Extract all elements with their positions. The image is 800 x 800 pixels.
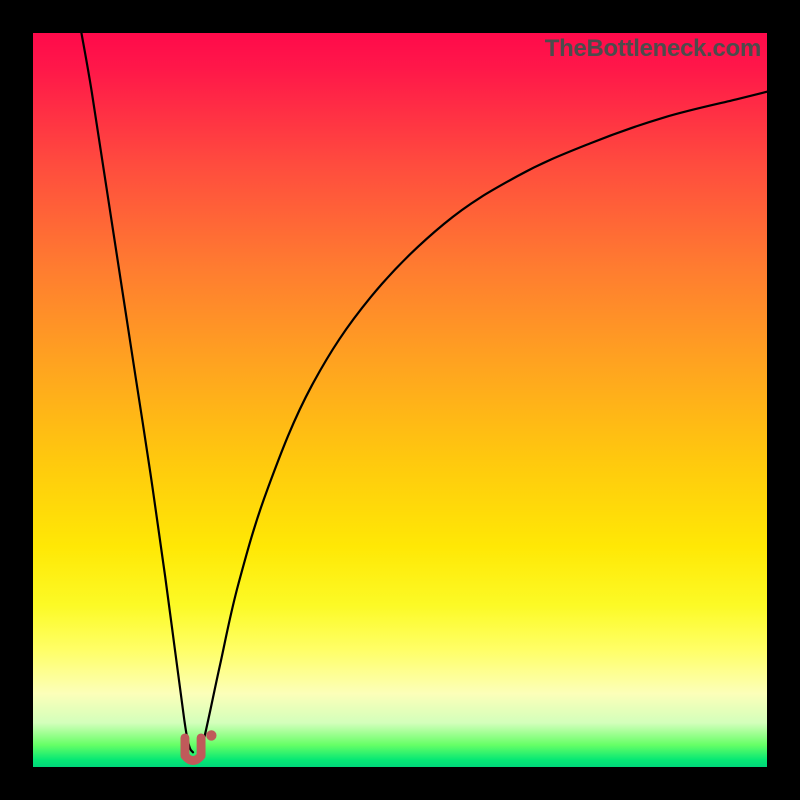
curve-left: [81, 33, 193, 752]
plot-area: TheBottleneck.com: [33, 33, 767, 767]
marker-u: [185, 738, 201, 761]
marker-dot: [206, 730, 216, 740]
chart-frame: TheBottleneck.com: [0, 0, 800, 800]
curve-right: [199, 92, 767, 753]
curves-svg: [33, 33, 767, 767]
